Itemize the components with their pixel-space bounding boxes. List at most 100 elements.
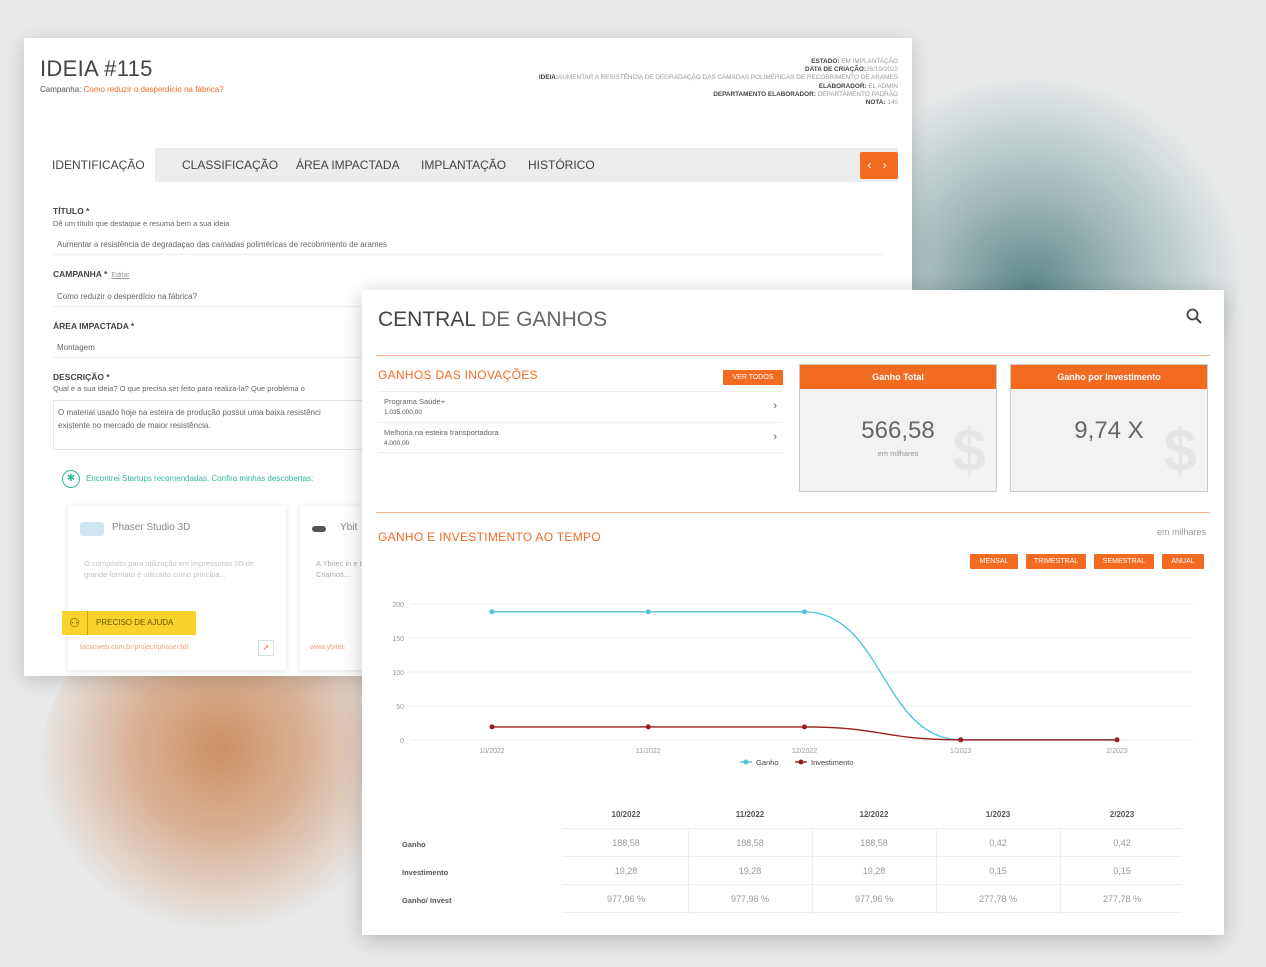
period-anual-button[interactable]: ANUAL: [1162, 554, 1204, 569]
period-semestral-button[interactable]: SEMESTRAL: [1094, 554, 1154, 569]
table-col-header: 10/2022: [611, 810, 641, 819]
meta-data-value: 26/10/2022: [866, 66, 898, 74]
table-divider: [562, 856, 1182, 857]
table-cell: 188,58: [860, 838, 888, 848]
startups-note-text: Encontrei Startups recomendadas. Confira…: [86, 474, 314, 484]
titulo-field[interactable]: Aumentar a resistência de degradaçao das…: [53, 237, 883, 255]
titulo-label: TÍTULO *: [53, 206, 90, 216]
data-point: [1114, 737, 1120, 743]
table-cell: 0,42: [989, 838, 1007, 848]
innovations-title: GANHOS DAS INOVAÇÕES: [378, 368, 538, 382]
innovation-value: 4.000,00: [384, 440, 410, 447]
table-cell: 188,58: [736, 838, 764, 848]
tab-identificacao[interactable]: IDENTIFICAÇÃO: [42, 148, 155, 182]
table-row-label: Investimento: [402, 868, 449, 877]
time-chart-title: GANHO E INVESTIMENTO AO TEMPO: [378, 530, 601, 544]
startup-logo: [80, 522, 104, 536]
x-tick-label: 1/2023: [950, 748, 972, 755]
titulo-help: Dê um título que destaque e resuma bem a…: [53, 219, 230, 228]
descricao-help: Qual é a sua ideia? O que precisa ser fe…: [53, 384, 305, 393]
y-tick-label: 200: [392, 602, 404, 609]
period-mensal-button[interactable]: MENSAL: [970, 554, 1018, 569]
campaign-link[interactable]: Como reduzir o desperdício na fábrica?: [84, 85, 224, 94]
x-tick-label: 2/2023: [1106, 748, 1128, 755]
chevron-right-icon: ›: [773, 431, 777, 443]
tab-implantacao[interactable]: IMPLANTAÇÃO: [411, 148, 516, 182]
table-row-label: Ganho/ Invest: [402, 896, 452, 905]
table-divider: [562, 912, 1182, 913]
series-line: [492, 611, 1117, 741]
table-divider: [562, 884, 1182, 885]
startup-url[interactable]: tacticweb.com.br/project/phaser3d/: [80, 644, 189, 651]
x-tick-label: 10/2022: [479, 748, 504, 755]
kpi-header: Ganho Total: [800, 365, 996, 389]
startups-note[interactable]: ✱ Encontrei Startups recomendadas. Confir…: [62, 470, 313, 488]
innovation-item[interactable]: Programa Saúde+ 1.035.000,00 ›: [378, 391, 783, 422]
rocket-icon[interactable]: ➚: [258, 640, 274, 656]
table-cell: 977,96 %: [606, 894, 646, 904]
y-tick-label: 0: [400, 738, 404, 745]
search-icon[interactable]: [1186, 308, 1202, 324]
table-col-header: 1/2023: [985, 810, 1011, 819]
data-point: [645, 724, 651, 730]
kpi-value: 9,74 X: [1074, 417, 1144, 444]
campanha-edit-link[interactable]: Editar: [111, 272, 129, 279]
data-point: [802, 609, 807, 615]
tab-area-impactada[interactable]: ÁREA IMPACTADA: [286, 148, 410, 182]
startup-icon: ✱: [62, 470, 80, 488]
y-tick-label: 150: [392, 636, 404, 643]
x-tick-label: 11/2022: [636, 748, 661, 755]
table-cell: 0,42: [1113, 838, 1131, 848]
tab-scroll-arrows[interactable]: ‹ ›: [860, 152, 898, 179]
kpi-header: Ganho por Investimento: [1011, 365, 1207, 389]
ver-todos-button[interactable]: VER TODOS: [723, 370, 783, 385]
table-cell: 19,28: [614, 866, 638, 876]
startup-card[interactable]: Phaser Studio 3D O compósito para utiliz…: [68, 506, 286, 670]
meta-estado-label: ESTADO:: [811, 58, 840, 65]
idea-campaign: Campanha: Como reduzir o desperdício na …: [40, 84, 230, 95]
meta-data-label: DATA DE CRIAÇÃO:: [805, 66, 866, 74]
descricao-label: DESCRIÇÃO *: [53, 372, 110, 382]
y-tick-label: 100: [392, 670, 404, 677]
kpi-ganho-investimento: Ganho por Investimento $ 9,74 X: [1010, 364, 1208, 492]
meta-ideia-value: AUMENTAR A RESISTÊNCIA DE DEGRADAÇÃO DAS…: [558, 74, 898, 82]
meta-nota-label: NOTA:: [865, 99, 886, 107]
startup-name: Phaser Studio 3D: [112, 522, 191, 533]
legend-label: Investimento: [811, 758, 854, 767]
table-divider: [562, 828, 1182, 829]
campaign-label: Campanha:: [40, 85, 82, 94]
tab-classificacao[interactable]: CLASSIFICAÇÃO: [172, 148, 288, 182]
data-point: [802, 724, 807, 730]
table-col-header: 12/2022: [859, 810, 889, 819]
tab-historico[interactable]: HISTÓRICO: [518, 148, 605, 182]
innovation-item[interactable]: Melhoria na esteira transportadora 4.000…: [378, 422, 783, 453]
campanha-label: CAMPANHA * Editar: [53, 269, 130, 279]
meta-depto-value: DEPARTAMENTO PADRÃO: [817, 90, 898, 98]
x-tick-label: 12/2022: [792, 748, 817, 755]
help-button-label: PRECISO DE AJUDA: [96, 618, 174, 627]
startup-desc: O compósito para utilização em impressor…: [84, 559, 255, 579]
startup-url[interactable]: www.ybitec: [310, 644, 345, 651]
startup-name: Ybit: [340, 522, 358, 533]
table-cell: 0,15: [1113, 866, 1131, 876]
meta-elaborador-value: EL ADMIN: [868, 82, 898, 90]
gains-title: CENTRAL DE GANHOS: [378, 308, 607, 332]
gains-title-bold: CENTRAL: [378, 308, 476, 331]
table-cell: 277,78 %: [978, 894, 1018, 904]
data-point: [489, 724, 495, 730]
table-cell: 19,28: [862, 866, 886, 876]
data-point: [645, 609, 651, 615]
divider: [376, 512, 1210, 513]
meta-estado-value: EM IMPLANTAÇÃO: [841, 58, 898, 65]
table-cell: 0,15: [989, 866, 1007, 876]
units-label: em milhares: [1156, 527, 1206, 537]
legend-marker: [743, 759, 749, 765]
meta-elaborador-label: ELABORADOR:: [818, 82, 867, 90]
line-chart: 0 50 100 150 200 10/2022 11/2022 12/2022 1/2023 2…: [392, 602, 1194, 767]
table-cell: 977,96 %: [730, 894, 770, 904]
gains-card: CENTRAL DE GANHOS GANHOS DAS INOVAÇÕES V…: [362, 290, 1224, 935]
help-button[interactable]: ⚇ PRECISO DE AJUDA: [62, 611, 196, 635]
period-trimestral-button[interactable]: TRIMESTRAL: [1026, 554, 1086, 569]
table-cell: 19,28: [738, 866, 762, 876]
kpi-sub: em milhares: [877, 449, 919, 458]
